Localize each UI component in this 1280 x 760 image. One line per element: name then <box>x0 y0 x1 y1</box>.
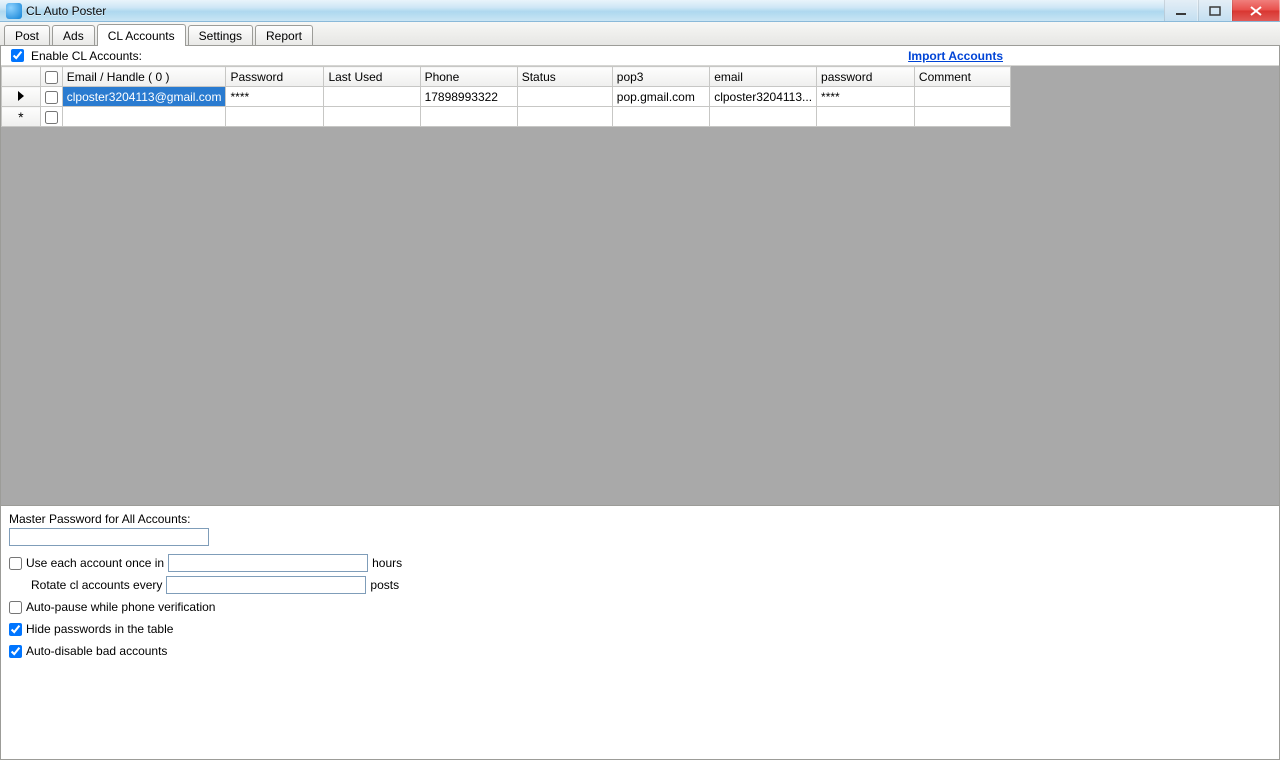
use-each-account-post: hours <box>372 556 402 570</box>
window-minimize-button[interactable] <box>1164 0 1198 21</box>
row-checkbox-cell[interactable] <box>40 107 62 127</box>
cell-email2[interactable] <box>710 107 817 127</box>
cell-phone[interactable]: 17898993322 <box>420 87 517 107</box>
rotate-pre: Rotate cl accounts every <box>31 578 162 592</box>
table-row[interactable]: clposter3204113@gmail.com **** 178989933… <box>2 87 1011 107</box>
grid-header-email2[interactable]: email <box>710 67 817 87</box>
tab-post[interactable]: Post <box>4 25 50 45</box>
grid-header-password[interactable]: Password <box>226 67 324 87</box>
cell-status[interactable] <box>517 87 612 107</box>
grid-corner <box>2 67 41 87</box>
row-indicator-current <box>2 87 41 107</box>
window-titlebar: CL Auto Poster <box>0 0 1280 22</box>
table-row-new[interactable]: * <box>2 107 1011 127</box>
cell-password2[interactable]: **** <box>817 87 915 107</box>
cell-lastused[interactable] <box>324 107 420 127</box>
autopause-label: Auto-pause while phone verification <box>26 600 215 614</box>
cell-pop3[interactable]: pop.gmail.com <box>612 87 709 107</box>
autopause-checkbox[interactable] <box>9 601 22 614</box>
cell-password[interactable]: **** <box>226 87 324 107</box>
options-panel: Master Password for All Accounts: Use ea… <box>1 506 1279 662</box>
grid-header-status[interactable]: Status <box>517 67 612 87</box>
hide-passwords-label: Hide passwords in the table <box>26 622 173 636</box>
rotate-post: posts <box>370 578 399 592</box>
rotate-posts-input[interactable] <box>166 576 366 594</box>
use-each-hours-input[interactable] <box>168 554 368 572</box>
grid-header-comment[interactable]: Comment <box>914 67 1010 87</box>
grid-header-row: Email / Handle ( 0 ) Password Last Used … <box>2 67 1011 87</box>
use-each-account-checkbox[interactable] <box>9 557 22 570</box>
hide-passwords-checkbox[interactable] <box>9 623 22 636</box>
use-each-account-pre: Use each account once in <box>26 556 164 570</box>
triangle-right-icon <box>17 91 25 101</box>
row-checkbox[interactable] <box>45 111 58 124</box>
window-title: CL Auto Poster <box>26 4 106 18</box>
enable-accounts-checkbox[interactable] <box>11 49 24 62</box>
cell-phone[interactable] <box>420 107 517 127</box>
header-checkbox[interactable] <box>45 71 58 84</box>
top-row: Enable CL Accounts: Import Accounts <box>1 46 1279 66</box>
row-checkbox[interactable] <box>45 91 58 104</box>
grid-header-phone[interactable]: Phone <box>420 67 517 87</box>
grid-header-email[interactable]: Email / Handle ( 0 ) <box>62 67 226 87</box>
cell-password[interactable] <box>226 107 324 127</box>
cell-comment[interactable] <box>914 107 1010 127</box>
cell-email[interactable] <box>62 107 226 127</box>
grid-header-password2[interactable]: password <box>817 67 915 87</box>
window-maximize-button[interactable] <box>1198 0 1232 21</box>
workarea: Enable CL Accounts: Import Accounts Emai… <box>0 46 1280 760</box>
grid-header-checkbox[interactable] <box>40 67 62 87</box>
tab-cl-accounts[interactable]: CL Accounts <box>97 24 186 46</box>
import-accounts-link[interactable]: Import Accounts <box>908 49 1003 63</box>
cell-email[interactable]: clposter3204113@gmail.com <box>62 87 226 107</box>
cell-lastused[interactable] <box>324 87 420 107</box>
grid-header-lastused[interactable]: Last Used <box>324 67 420 87</box>
accounts-grid[interactable]: Email / Handle ( 0 ) Password Last Used … <box>1 66 1011 127</box>
auto-disable-checkbox[interactable] <box>9 645 22 658</box>
window-close-button[interactable] <box>1232 0 1280 21</box>
row-indicator-new: * <box>2 107 41 127</box>
tabstrip: Post Ads CL Accounts Settings Report <box>0 22 1280 46</box>
master-password-input[interactable] <box>9 528 209 546</box>
enable-accounts-label: Enable CL Accounts: <box>7 46 142 65</box>
enable-accounts-text: Enable CL Accounts: <box>31 49 142 63</box>
auto-disable-label: Auto-disable bad accounts <box>26 644 167 658</box>
cell-password2[interactable] <box>817 107 915 127</box>
tab-settings[interactable]: Settings <box>188 25 253 45</box>
cell-comment[interactable] <box>914 87 1010 107</box>
tab-report[interactable]: Report <box>255 25 313 45</box>
cell-status[interactable] <box>517 107 612 127</box>
tab-ads[interactable]: Ads <box>52 25 95 45</box>
row-checkbox-cell[interactable] <box>40 87 62 107</box>
accounts-grid-area: Email / Handle ( 0 ) Password Last Used … <box>1 66 1279 506</box>
cell-email2[interactable]: clposter3204113... <box>710 87 817 107</box>
master-password-label: Master Password for All Accounts: <box>9 512 1271 526</box>
grid-header-pop3[interactable]: pop3 <box>612 67 709 87</box>
cell-pop3[interactable] <box>612 107 709 127</box>
app-icon <box>6 3 22 19</box>
